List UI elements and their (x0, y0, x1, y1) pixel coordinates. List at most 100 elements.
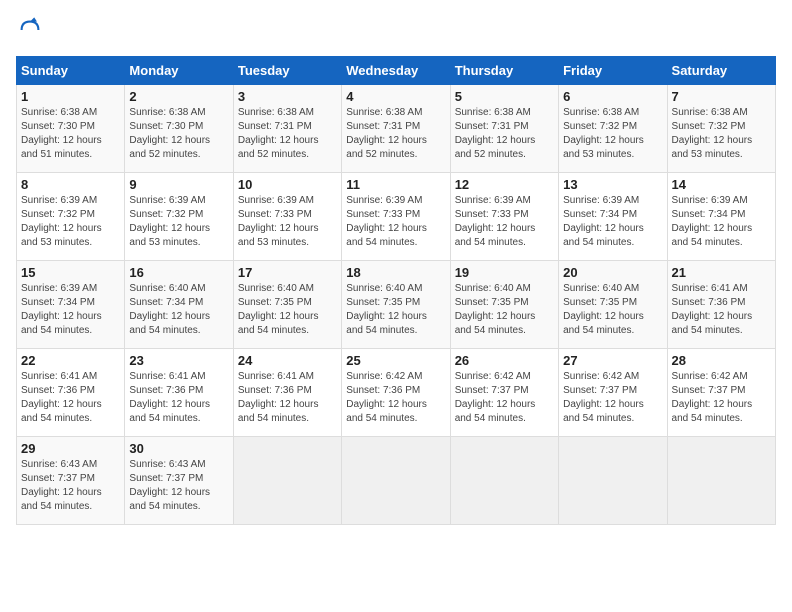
day-number: 1 (21, 89, 120, 104)
day-details: Sunrise: 6:38 AM Sunset: 7:30 PM Dayligh… (21, 106, 120, 162)
header-sunday: Sunday (17, 57, 125, 85)
calendar-day-cell: 29 Sunrise: 6:43 AM Sunset: 7:37 PM Dayl… (17, 437, 125, 525)
day-number: 24 (238, 353, 337, 368)
calendar-day-cell (342, 437, 450, 525)
calendar-day-cell: 9 Sunrise: 6:39 AM Sunset: 7:32 PM Dayli… (125, 173, 233, 261)
day-number: 7 (672, 89, 771, 104)
header-monday: Monday (125, 57, 233, 85)
day-details: Sunrise: 6:42 AM Sunset: 7:36 PM Dayligh… (346, 370, 445, 426)
calendar-day-cell: 8 Sunrise: 6:39 AM Sunset: 7:32 PM Dayli… (17, 173, 125, 261)
day-number: 20 (563, 265, 662, 280)
day-number: 15 (21, 265, 120, 280)
calendar-table: Sunday Monday Tuesday Wednesday Thursday… (16, 56, 776, 525)
day-details: Sunrise: 6:38 AM Sunset: 7:31 PM Dayligh… (346, 106, 445, 162)
day-number: 9 (129, 177, 228, 192)
day-details: Sunrise: 6:39 AM Sunset: 7:34 PM Dayligh… (21, 282, 120, 338)
calendar-day-cell: 16 Sunrise: 6:40 AM Sunset: 7:34 PM Dayl… (125, 261, 233, 349)
day-details: Sunrise: 6:39 AM Sunset: 7:33 PM Dayligh… (455, 194, 554, 250)
day-details: Sunrise: 6:39 AM Sunset: 7:32 PM Dayligh… (21, 194, 120, 250)
calendar-day-cell: 14 Sunrise: 6:39 AM Sunset: 7:34 PM Dayl… (667, 173, 775, 261)
day-details: Sunrise: 6:43 AM Sunset: 7:37 PM Dayligh… (21, 458, 120, 514)
day-number: 10 (238, 177, 337, 192)
day-details: Sunrise: 6:41 AM Sunset: 7:36 PM Dayligh… (129, 370, 228, 426)
calendar-day-cell (667, 437, 775, 525)
header-saturday: Saturday (667, 57, 775, 85)
calendar-day-cell: 1 Sunrise: 6:38 AM Sunset: 7:30 PM Dayli… (17, 85, 125, 173)
day-details: Sunrise: 6:42 AM Sunset: 7:37 PM Dayligh… (455, 370, 554, 426)
day-details: Sunrise: 6:38 AM Sunset: 7:32 PM Dayligh… (672, 106, 771, 162)
day-number: 4 (346, 89, 445, 104)
calendar-day-cell: 25 Sunrise: 6:42 AM Sunset: 7:36 PM Dayl… (342, 349, 450, 437)
day-details: Sunrise: 6:40 AM Sunset: 7:35 PM Dayligh… (238, 282, 337, 338)
calendar-day-cell: 12 Sunrise: 6:39 AM Sunset: 7:33 PM Dayl… (450, 173, 558, 261)
calendar-week-row: 29 Sunrise: 6:43 AM Sunset: 7:37 PM Dayl… (17, 437, 776, 525)
calendar-day-cell: 21 Sunrise: 6:41 AM Sunset: 7:36 PM Dayl… (667, 261, 775, 349)
day-number: 16 (129, 265, 228, 280)
day-number: 29 (21, 441, 120, 456)
weekday-header-row: Sunday Monday Tuesday Wednesday Thursday… (17, 57, 776, 85)
calendar-day-cell: 17 Sunrise: 6:40 AM Sunset: 7:35 PM Dayl… (233, 261, 341, 349)
calendar-day-cell: 22 Sunrise: 6:41 AM Sunset: 7:36 PM Dayl… (17, 349, 125, 437)
calendar-day-cell: 15 Sunrise: 6:39 AM Sunset: 7:34 PM Dayl… (17, 261, 125, 349)
day-number: 25 (346, 353, 445, 368)
day-details: Sunrise: 6:40 AM Sunset: 7:35 PM Dayligh… (346, 282, 445, 338)
day-number: 14 (672, 177, 771, 192)
calendar-day-cell: 24 Sunrise: 6:41 AM Sunset: 7:36 PM Dayl… (233, 349, 341, 437)
header-thursday: Thursday (450, 57, 558, 85)
calendar-day-cell: 6 Sunrise: 6:38 AM Sunset: 7:32 PM Dayli… (559, 85, 667, 173)
calendar-day-cell: 28 Sunrise: 6:42 AM Sunset: 7:37 PM Dayl… (667, 349, 775, 437)
day-details: Sunrise: 6:41 AM Sunset: 7:36 PM Dayligh… (21, 370, 120, 426)
calendar-day-cell: 23 Sunrise: 6:41 AM Sunset: 7:36 PM Dayl… (125, 349, 233, 437)
logo-icon (16, 16, 44, 44)
calendar-day-cell: 7 Sunrise: 6:38 AM Sunset: 7:32 PM Dayli… (667, 85, 775, 173)
calendar-week-row: 8 Sunrise: 6:39 AM Sunset: 7:32 PM Dayli… (17, 173, 776, 261)
day-details: Sunrise: 6:38 AM Sunset: 7:31 PM Dayligh… (455, 106, 554, 162)
calendar-day-cell: 18 Sunrise: 6:40 AM Sunset: 7:35 PM Dayl… (342, 261, 450, 349)
day-number: 3 (238, 89, 337, 104)
day-number: 11 (346, 177, 445, 192)
calendar-day-cell (233, 437, 341, 525)
calendar-day-cell: 30 Sunrise: 6:43 AM Sunset: 7:37 PM Dayl… (125, 437, 233, 525)
day-number: 22 (21, 353, 120, 368)
calendar-day-cell: 4 Sunrise: 6:38 AM Sunset: 7:31 PM Dayli… (342, 85, 450, 173)
day-number: 8 (21, 177, 120, 192)
day-number: 5 (455, 89, 554, 104)
day-details: Sunrise: 6:40 AM Sunset: 7:35 PM Dayligh… (563, 282, 662, 338)
day-details: Sunrise: 6:39 AM Sunset: 7:34 PM Dayligh… (672, 194, 771, 250)
day-details: Sunrise: 6:42 AM Sunset: 7:37 PM Dayligh… (672, 370, 771, 426)
header-tuesday: Tuesday (233, 57, 341, 85)
logo (16, 16, 46, 44)
day-number: 19 (455, 265, 554, 280)
calendar-day-cell: 20 Sunrise: 6:40 AM Sunset: 7:35 PM Dayl… (559, 261, 667, 349)
day-details: Sunrise: 6:39 AM Sunset: 7:32 PM Dayligh… (129, 194, 228, 250)
calendar-day-cell: 3 Sunrise: 6:38 AM Sunset: 7:31 PM Dayli… (233, 85, 341, 173)
day-number: 6 (563, 89, 662, 104)
day-details: Sunrise: 6:39 AM Sunset: 7:33 PM Dayligh… (346, 194, 445, 250)
day-details: Sunrise: 6:41 AM Sunset: 7:36 PM Dayligh… (238, 370, 337, 426)
calendar-day-cell (559, 437, 667, 525)
day-details: Sunrise: 6:41 AM Sunset: 7:36 PM Dayligh… (672, 282, 771, 338)
calendar-day-cell: 11 Sunrise: 6:39 AM Sunset: 7:33 PM Dayl… (342, 173, 450, 261)
calendar-week-row: 22 Sunrise: 6:41 AM Sunset: 7:36 PM Dayl… (17, 349, 776, 437)
calendar-day-cell: 26 Sunrise: 6:42 AM Sunset: 7:37 PM Dayl… (450, 349, 558, 437)
day-details: Sunrise: 6:39 AM Sunset: 7:34 PM Dayligh… (563, 194, 662, 250)
calendar-day-cell (450, 437, 558, 525)
day-number: 26 (455, 353, 554, 368)
header-friday: Friday (559, 57, 667, 85)
calendar-week-row: 1 Sunrise: 6:38 AM Sunset: 7:30 PM Dayli… (17, 85, 776, 173)
day-details: Sunrise: 6:42 AM Sunset: 7:37 PM Dayligh… (563, 370, 662, 426)
day-number: 13 (563, 177, 662, 192)
day-details: Sunrise: 6:38 AM Sunset: 7:30 PM Dayligh… (129, 106, 228, 162)
calendar-day-cell: 27 Sunrise: 6:42 AM Sunset: 7:37 PM Dayl… (559, 349, 667, 437)
day-number: 12 (455, 177, 554, 192)
day-details: Sunrise: 6:43 AM Sunset: 7:37 PM Dayligh… (129, 458, 228, 514)
calendar-day-cell: 19 Sunrise: 6:40 AM Sunset: 7:35 PM Dayl… (450, 261, 558, 349)
calendar-day-cell: 2 Sunrise: 6:38 AM Sunset: 7:30 PM Dayli… (125, 85, 233, 173)
day-number: 18 (346, 265, 445, 280)
day-number: 21 (672, 265, 771, 280)
day-details: Sunrise: 6:39 AM Sunset: 7:33 PM Dayligh… (238, 194, 337, 250)
page-header (16, 16, 776, 44)
calendar-day-cell: 13 Sunrise: 6:39 AM Sunset: 7:34 PM Dayl… (559, 173, 667, 261)
day-number: 30 (129, 441, 228, 456)
day-number: 17 (238, 265, 337, 280)
